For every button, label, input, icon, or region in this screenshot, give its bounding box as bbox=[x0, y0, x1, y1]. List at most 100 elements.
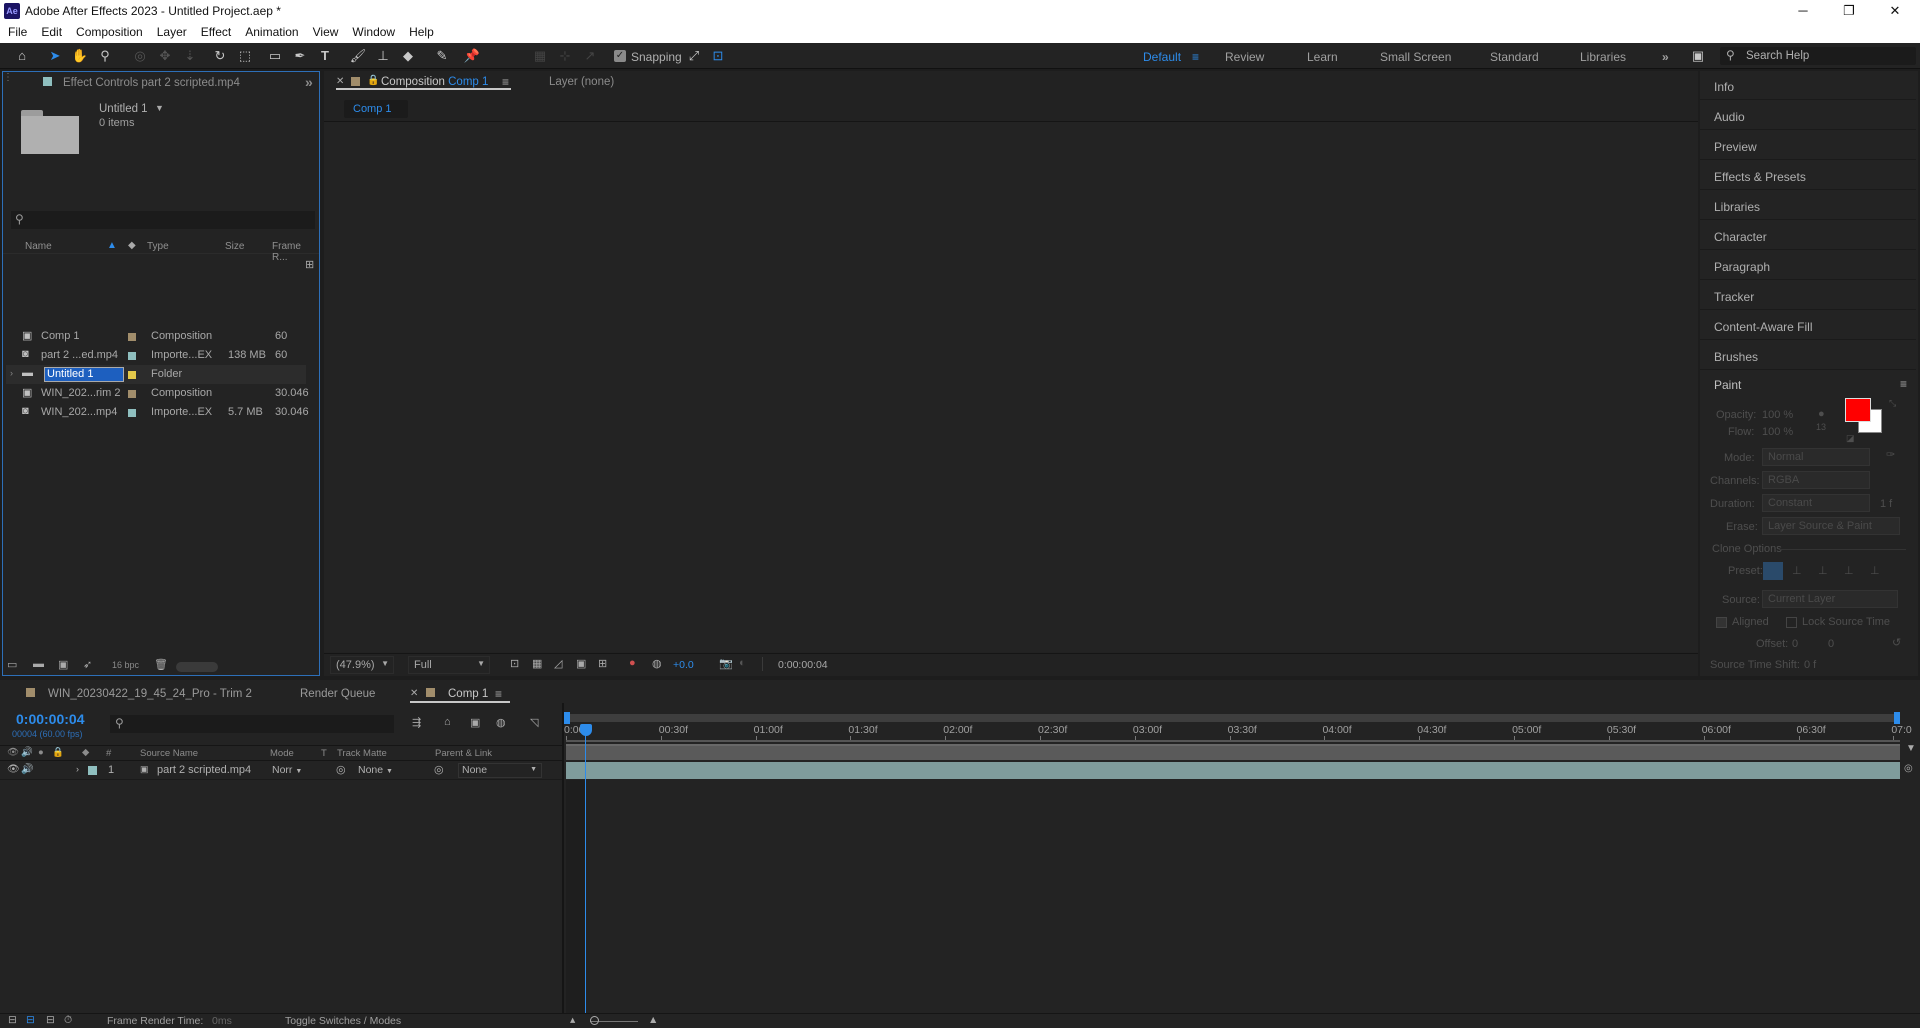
bpc-button[interactable]: 16 bpc bbox=[112, 660, 139, 670]
panel-brushes[interactable]: Brushes bbox=[1700, 341, 1916, 370]
playhead-handle[interactable] bbox=[580, 724, 592, 736]
panel-audio[interactable]: Audio bbox=[1700, 101, 1916, 130]
comp-marker-icon[interactable]: ▼ bbox=[1906, 743, 1916, 754]
resolution-dropdown[interactable]: Full ▼ bbox=[408, 656, 490, 674]
chevron-down-icon[interactable]: ▼ bbox=[155, 103, 164, 113]
current-timecode[interactable]: 0:00:00:04 bbox=[16, 711, 85, 727]
panel-content-aware-fill[interactable]: Content-Aware Fill bbox=[1700, 311, 1916, 340]
expand-folder-icon[interactable]: › bbox=[10, 368, 13, 378]
project-item-row[interactable]: ◙ part 2 ...ed.mp4 Importe...EX 138 MB 60 bbox=[6, 346, 306, 365]
layer-search-input[interactable]: ⚲ bbox=[110, 715, 394, 733]
menu-help[interactable]: Help bbox=[401, 22, 440, 43]
expand-layer-icon[interactable]: › bbox=[76, 764, 79, 774]
erase-dropdown[interactable]: Layer Source & Paint bbox=[1762, 517, 1900, 535]
video-switch-icon[interactable]: 👁 bbox=[7, 747, 19, 758]
color-management-icon[interactable]: ◍ bbox=[652, 657, 662, 670]
minimize-button[interactable]: ─ bbox=[1780, 0, 1826, 22]
workspace-menu-icon[interactable]: ≡ bbox=[1192, 50, 1199, 64]
zoom-slider-handle[interactable] bbox=[590, 1016, 599, 1025]
trash-icon[interactable]: 🗑 bbox=[154, 658, 168, 671]
snap-edges-icon[interactable]: ⤢ bbox=[684, 46, 704, 66]
parent-pickwhip-icon[interactable]: ◎ bbox=[434, 763, 444, 776]
transfer-controls-icon[interactable]: ⊟ bbox=[26, 1014, 35, 1026]
folder-name[interactable]: Untitled 1 bbox=[99, 103, 148, 115]
column-mode[interactable]: Mode bbox=[270, 748, 294, 759]
toggle-switches-modes[interactable]: Toggle Switches / Modes bbox=[285, 1015, 401, 1027]
roto-brush-icon[interactable]: ✎ bbox=[432, 46, 452, 66]
column-source-name[interactable]: Source Name bbox=[140, 748, 198, 759]
column-name[interactable]: Name bbox=[25, 241, 52, 252]
workspace-review[interactable]: Review bbox=[1225, 50, 1264, 64]
project-item-name[interactable]: part 2 ...ed.mp4 bbox=[41, 349, 118, 361]
layer-tab[interactable]: Layer (none) bbox=[549, 76, 614, 88]
close-tab-icon[interactable]: ✕ bbox=[410, 688, 418, 699]
layer-label-swatch[interactable] bbox=[88, 766, 97, 775]
local-axis-icon[interactable]: ▦ bbox=[530, 46, 550, 66]
type-tool-icon[interactable]: T bbox=[315, 46, 335, 66]
panel-paragraph[interactable]: Paragraph bbox=[1700, 251, 1916, 280]
rectangle-tool-icon[interactable]: ▭ bbox=[265, 46, 285, 66]
menu-animation[interactable]: Animation bbox=[237, 22, 304, 43]
panel-effects-presets[interactable]: Effects & Presets bbox=[1700, 161, 1916, 190]
grid-icon[interactable]: ⊞ bbox=[598, 657, 607, 670]
workspace-default[interactable]: Default bbox=[1143, 50, 1181, 64]
pan-camera-icon[interactable]: ✥ bbox=[155, 46, 175, 66]
eraser-tool-icon[interactable]: ◆ bbox=[398, 46, 418, 66]
tab-menu-icon[interactable]: ≡ bbox=[502, 75, 509, 89]
offset-y[interactable]: 0 bbox=[1828, 638, 1834, 650]
view-axis-icon[interactable]: ↗ bbox=[580, 46, 600, 66]
snapshot-camera-icon[interactable]: 📷 bbox=[719, 657, 733, 670]
menu-view[interactable]: View bbox=[305, 22, 345, 43]
project-item-row[interactable]: ▣ WIN_202...rim 2 Composition 30.046 bbox=[6, 384, 309, 403]
maximize-button[interactable]: ❐ bbox=[1826, 0, 1872, 22]
project-item-name[interactable]: WIN_202...mp4 bbox=[41, 406, 117, 418]
layer-name[interactable]: part 2 scripted.mp4 bbox=[157, 764, 251, 776]
guides-icon[interactable]: ▣ bbox=[576, 657, 586, 670]
shy-layers-icon[interactable]: ▣ bbox=[470, 716, 480, 729]
default-colors-icon[interactable]: ◪ bbox=[1846, 433, 1855, 444]
interpret-footage-icon[interactable]: ▭ bbox=[7, 658, 17, 671]
lock-switch-icon[interactable]: 🔒 bbox=[52, 747, 64, 758]
label-tag-icon[interactable]: ◆ bbox=[128, 240, 136, 251]
exposure-value[interactable]: +0.0 bbox=[673, 659, 694, 671]
layer-audio-icon[interactable]: 🔊 bbox=[21, 764, 33, 775]
panel-tracker[interactable]: Tracker bbox=[1700, 281, 1916, 310]
menu-edit[interactable]: Edit bbox=[33, 22, 68, 43]
snapping-checkbox[interactable]: ✓ bbox=[614, 50, 626, 62]
new-folder-icon[interactable]: ▬ bbox=[33, 658, 44, 670]
layer-visibility-icon[interactable]: 👁 bbox=[7, 764, 20, 775]
zoom-dropdown[interactable]: (47.9%) ▼ bbox=[330, 656, 394, 674]
swap-colors-icon[interactable]: ⤡ bbox=[1889, 398, 1896, 409]
tab-trim-2[interactable]: WIN_20230422_19_45_24_Pro - Trim 2 bbox=[48, 688, 252, 700]
transparency-grid-icon[interactable]: ▦ bbox=[532, 657, 542, 670]
audio-switch-icon[interactable]: 🔊 bbox=[21, 747, 33, 758]
clone-stamp-icon[interactable]: ⊥ bbox=[373, 46, 393, 66]
label-swatch[interactable] bbox=[128, 371, 136, 379]
menu-effect[interactable]: Effect bbox=[193, 22, 237, 43]
zoom-out-icon[interactable]: ▴ bbox=[570, 1014, 575, 1026]
color-channels-icon[interactable]: ● bbox=[629, 657, 636, 669]
offset-x[interactable]: 0 bbox=[1792, 638, 1798, 650]
paint-menu-icon[interactable]: ≡ bbox=[1900, 377, 1907, 391]
show-snapshot-icon[interactable]: ◐ bbox=[739, 657, 746, 669]
tab-menu-icon[interactable]: ≡ bbox=[495, 687, 502, 701]
channels-dropdown[interactable]: RGBA bbox=[1762, 471, 1870, 489]
workspace-more-button[interactable]: » bbox=[1662, 50, 1669, 64]
render-time-icon[interactable]: ⏱ bbox=[64, 1014, 72, 1027]
track-matte-pickwhip-icon[interactable]: ◎ bbox=[336, 763, 346, 776]
clone-preset-2-icon[interactable]: ⊥ bbox=[1792, 564, 1802, 577]
menu-window[interactable]: Window bbox=[344, 22, 401, 43]
rotate-tool-icon[interactable]: ↻ bbox=[210, 46, 230, 66]
mode-dropdown[interactable]: Normal bbox=[1762, 448, 1870, 466]
project-item-name[interactable]: Untitled 1 bbox=[44, 367, 124, 382]
work-area-start-handle[interactable] bbox=[564, 712, 570, 724]
project-item-row[interactable]: ◙ WIN_202...mp4 Importe...EX 5.7 MB 30.046 bbox=[6, 403, 309, 422]
composition-tab[interactable]: Composition Comp 1 bbox=[381, 76, 488, 88]
hand-tool-icon[interactable]: ✋ bbox=[70, 46, 90, 66]
graph-editor-icon[interactable]: ◹ bbox=[530, 716, 538, 729]
label-tag-icon[interactable]: ◆ bbox=[82, 747, 89, 758]
puppet-pin-icon[interactable]: 📌 bbox=[462, 46, 482, 66]
frame-blending-icon[interactable]: ◍ bbox=[496, 716, 506, 729]
close-tab-icon[interactable]: ✕ bbox=[336, 76, 344, 87]
mask-visibility-icon[interactable]: ◿ bbox=[554, 657, 562, 670]
